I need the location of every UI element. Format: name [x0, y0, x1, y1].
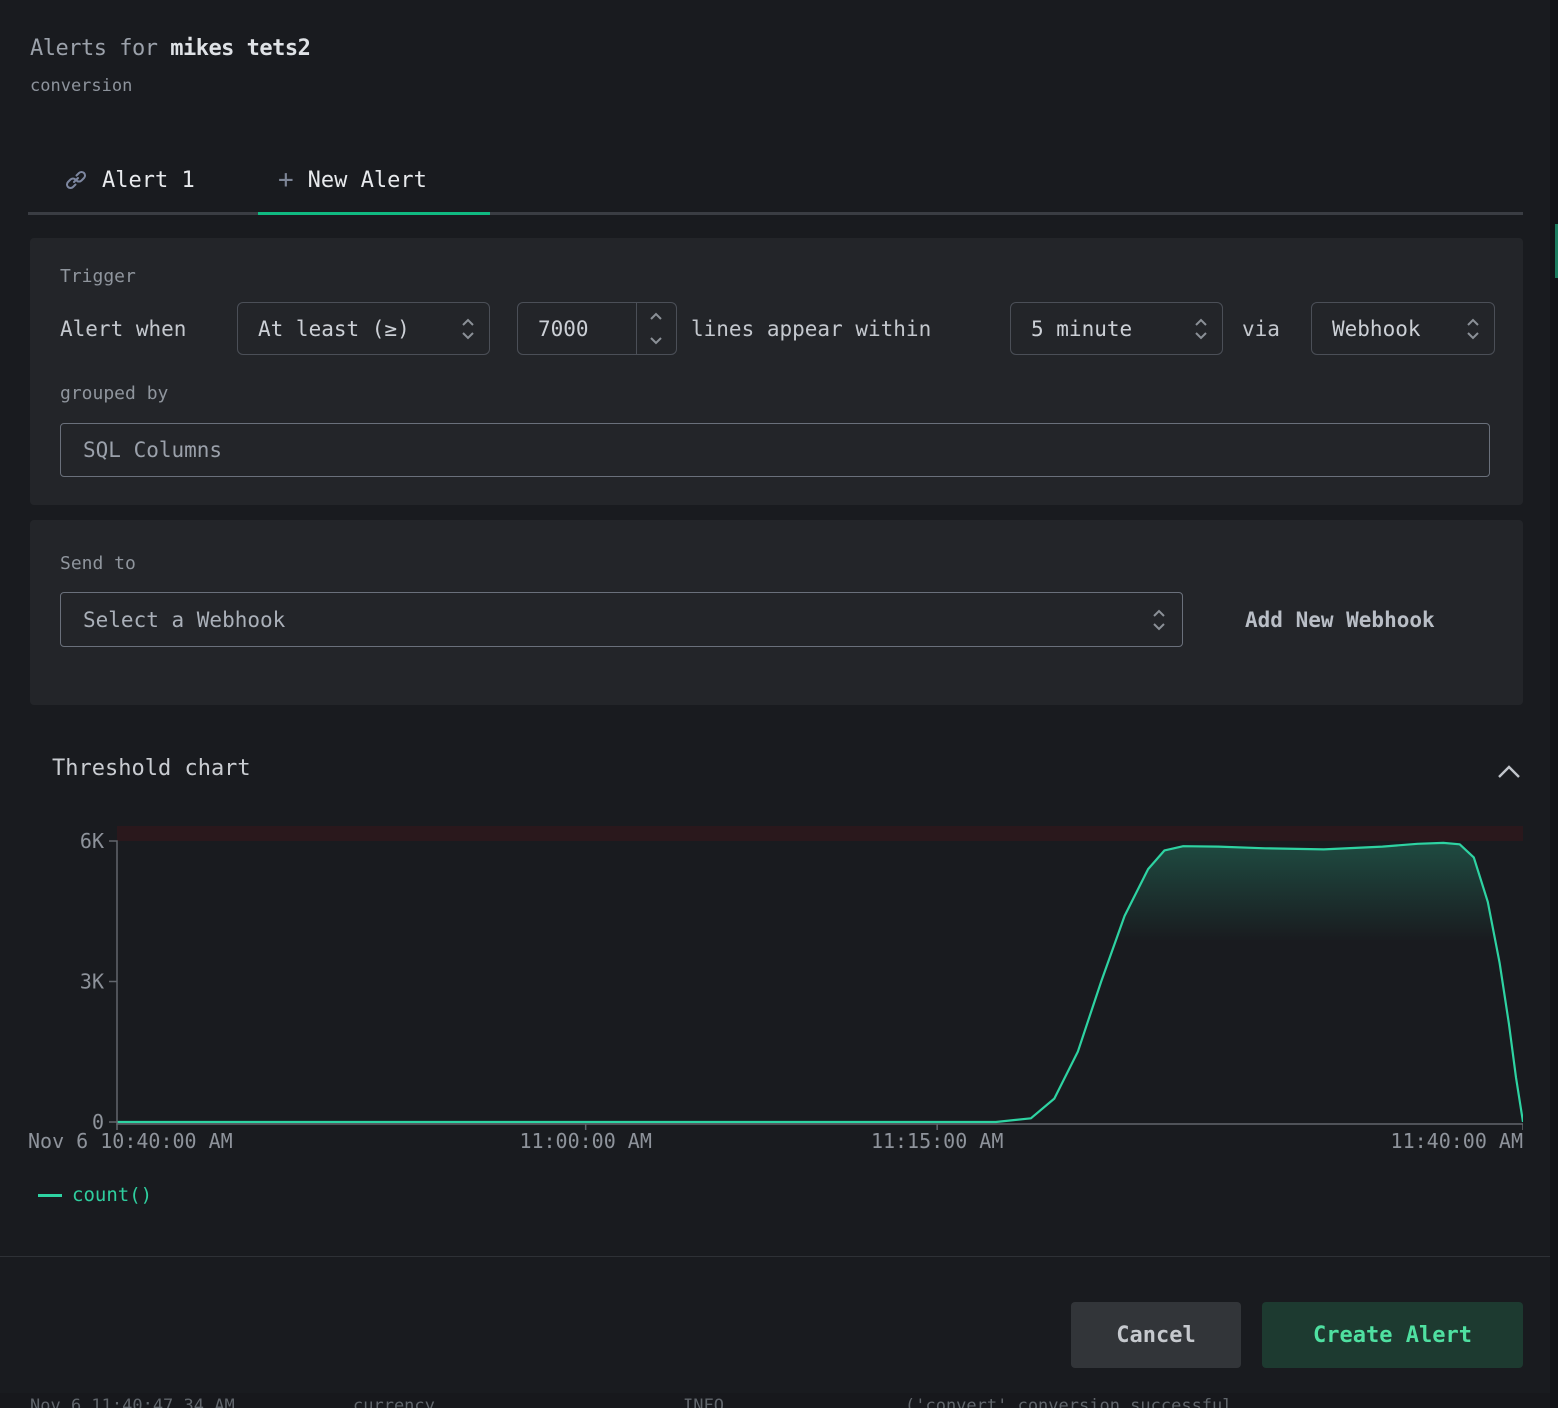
send-to-label: Send to	[60, 553, 136, 574]
via-text: via	[1242, 317, 1280, 341]
log-message: ('convert' conversion successful	[905, 1396, 1233, 1408]
chevron-updown-icon	[461, 316, 475, 342]
window-select[interactable]: 5 minute	[1010, 302, 1223, 355]
legend-series-label: count()	[72, 1184, 152, 1206]
chevron-updown-icon	[1152, 607, 1166, 633]
grouped-by-label: grouped by	[60, 383, 168, 404]
source-name: mikes tets2	[170, 36, 310, 61]
alert-tabs: Alert 1 + New Alert	[0, 152, 1558, 212]
comparator-value: At least (≥)	[258, 317, 410, 341]
cancel-button[interactable]: Cancel	[1071, 1302, 1241, 1368]
stepper-up-button[interactable]	[637, 303, 674, 329]
webhook-select[interactable]: Select a Webhook	[60, 592, 1183, 647]
send-to-panel: Send to Select a Webhook Add New Webhook	[30, 520, 1523, 705]
tab-new-alert[interactable]: + New Alert	[278, 160, 427, 200]
add-new-webhook-button[interactable]: Add New Webhook	[1215, 592, 1465, 647]
right-edge-gutter	[1550, 0, 1558, 1408]
threshold-chart-title: Threshold chart	[52, 756, 251, 781]
group-by-input[interactable]	[60, 423, 1490, 477]
window-value: 5 minute	[1031, 317, 1132, 341]
chevron-up-icon	[1496, 764, 1522, 780]
chevron-updown-icon	[1194, 316, 1208, 342]
svg-text:11:15:00 AM: 11:15:00 AM	[871, 1129, 1003, 1153]
tab-active-indicator	[258, 212, 490, 215]
tab-track	[28, 212, 1523, 215]
legend-line-swatch	[38, 1194, 62, 1197]
channel-value: Webhook	[1332, 317, 1421, 341]
plus-icon: +	[278, 170, 294, 190]
comparator-select[interactable]: At least (≥)	[237, 302, 490, 355]
chevron-up-icon	[650, 312, 662, 320]
trigger-label: Trigger	[60, 266, 136, 287]
lines-appear-text: lines appear within	[691, 317, 931, 341]
chart-legend: count()	[38, 1184, 152, 1206]
page-subtitle: conversion	[30, 76, 132, 96]
page-title: Alerts for mikes tets2	[30, 36, 310, 61]
svg-text:6K: 6K	[80, 829, 104, 853]
alert-when-text: Alert when	[60, 317, 186, 341]
tab-new-alert-label: New Alert	[308, 168, 427, 193]
svg-text:11:00:00 AM: 11:00:00 AM	[519, 1129, 651, 1153]
webhook-select-placeholder: Select a Webhook	[83, 608, 285, 632]
link-icon	[64, 168, 88, 192]
threshold-number-field	[517, 302, 677, 355]
svg-text:Nov 6 10:40:00 AM: Nov 6 10:40:00 AM	[28, 1129, 233, 1153]
chevron-updown-icon	[1466, 316, 1480, 342]
threshold-stepper	[636, 303, 674, 354]
threshold-chart: 6K3K0Nov 6 10:40:00 AM11:00:00 AM11:15:0…	[28, 826, 1523, 1160]
svg-text:11:40:00 AM: 11:40:00 AM	[1391, 1129, 1523, 1153]
footer-divider	[0, 1256, 1558, 1257]
svg-text:3K: 3K	[80, 970, 104, 994]
log-timestamp: Nov 6 11:40:47.34 AM	[30, 1396, 235, 1408]
channel-select[interactable]: Webhook	[1311, 302, 1495, 355]
create-alert-button[interactable]: Create Alert	[1262, 1302, 1523, 1368]
stepper-down-button[interactable]	[637, 329, 674, 355]
tab-alert-1[interactable]: Alert 1	[64, 160, 195, 200]
threshold-input[interactable]	[518, 303, 636, 354]
background-log-row: Nov 6 11:40:47.34 AM currency INFO ('con…	[0, 1393, 1558, 1408]
chevron-down-icon	[650, 337, 662, 345]
log-service: currency	[353, 1396, 435, 1408]
trigger-panel: Trigger Alert when At least (≥) lines ap…	[30, 238, 1523, 505]
alert-dialog: Alerts for mikes tets2 conversion Alert …	[0, 0, 1558, 1408]
log-level: INFO	[683, 1396, 724, 1408]
tab-alert-1-label: Alert 1	[102, 168, 195, 193]
collapse-chart-button[interactable]	[1492, 758, 1526, 786]
